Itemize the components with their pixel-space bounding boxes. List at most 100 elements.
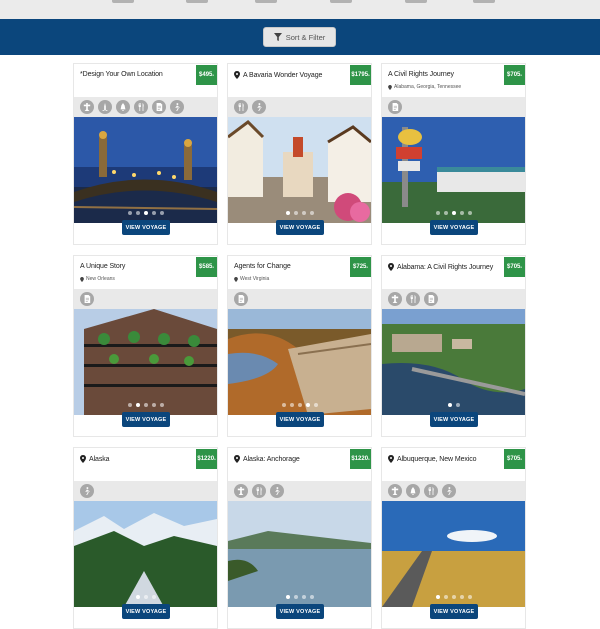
carousel-dot[interactable]	[143, 403, 148, 407]
nav-item[interactable]	[405, 0, 427, 3]
document-icon[interactable]	[388, 100, 402, 114]
carousel-dot[interactable]	[451, 595, 456, 599]
card-title[interactable]: Albuquerque, New Mexico	[388, 455, 477, 463]
carousel-dot[interactable]	[159, 211, 164, 215]
carousel-dot[interactable]	[293, 211, 298, 215]
view-voyage-button[interactable]: VIEW VOYAGE	[276, 604, 324, 619]
carousel-dot[interactable]	[435, 211, 440, 215]
view-voyage-button[interactable]: VIEW VOYAGE	[430, 412, 478, 427]
nav-item[interactable]	[255, 0, 277, 3]
voyage-card[interactable]: Alabama: A Civil Rights Journey $705 * VIE…	[381, 255, 526, 437]
voyage-photo[interactable]	[74, 501, 217, 607]
carousel-dot[interactable]	[151, 211, 156, 215]
carousel-dot[interactable]	[151, 595, 156, 599]
walking-icon[interactable]	[270, 484, 284, 498]
carousel-dot[interactable]	[447, 403, 452, 407]
carousel-dot[interactable]	[305, 403, 310, 407]
monument-icon[interactable]	[388, 484, 402, 498]
view-voyage-button[interactable]: VIEW VOYAGE	[276, 220, 324, 235]
carousel-dot[interactable]	[127, 211, 132, 215]
card-title[interactable]: *Design Your Own Location	[80, 71, 163, 78]
carousel-dot[interactable]	[297, 403, 302, 407]
carousel-dot[interactable]	[293, 595, 298, 599]
card-title[interactable]: Alabama: A Civil Rights Journey	[388, 263, 493, 271]
card-title[interactable]: Agents for Change	[234, 263, 291, 270]
walking-icon[interactable]	[80, 484, 94, 498]
voyage-photo[interactable]	[74, 117, 217, 223]
carousel-dot[interactable]	[135, 595, 140, 599]
carousel-dot[interactable]	[309, 595, 314, 599]
carousel-dot[interactable]	[459, 595, 464, 599]
dining-icon[interactable]	[424, 484, 438, 498]
view-voyage-button[interactable]: VIEW VOYAGE	[122, 412, 170, 427]
carousel-dot[interactable]	[459, 211, 464, 215]
nav-item[interactable]	[186, 0, 208, 3]
voyage-photo[interactable]	[228, 309, 371, 415]
card-title[interactable]: Alaska: Anchorage	[234, 455, 300, 463]
carousel-dot[interactable]	[285, 595, 290, 599]
voyage-photo[interactable]	[382, 309, 525, 415]
voyage-card[interactable]: Alaska: Anchorage $1220 * VIEW VOYAGE	[227, 447, 372, 629]
voyage-photo[interactable]	[228, 501, 371, 607]
carousel-dot[interactable]	[301, 211, 306, 215]
voyage-card[interactable]: A Unique Story New Orleans $585 * VIEW VOYA…	[73, 255, 218, 437]
carousel-dot[interactable]	[127, 403, 132, 407]
bell-icon[interactable]	[116, 100, 130, 114]
document-icon[interactable]	[424, 292, 438, 306]
carousel-dot[interactable]	[135, 403, 140, 407]
carousel-dot[interactable]	[309, 211, 314, 215]
sort-filter-button[interactable]: Sort & Filter	[263, 27, 336, 47]
nav-item[interactable]	[473, 0, 495, 3]
monument-icon[interactable]	[80, 100, 94, 114]
voyage-photo[interactable]	[382, 501, 525, 607]
voyage-card[interactable]: A Bavaria Wonder Voyage $1795 * VIEW VOYAG…	[227, 63, 372, 245]
card-title[interactable]: A Bavaria Wonder Voyage	[234, 71, 322, 79]
carousel-dot[interactable]	[143, 595, 148, 599]
nav-item[interactable]	[112, 0, 134, 3]
voyage-photo[interactable]	[228, 117, 371, 223]
nav-item[interactable]	[330, 0, 352, 3]
dining-icon[interactable]	[234, 100, 248, 114]
monument-icon[interactable]	[234, 484, 248, 498]
document-icon[interactable]	[152, 100, 166, 114]
monument-icon[interactable]	[388, 292, 402, 306]
voyage-card[interactable]: Agents for Change West Virginia $725 * VIEW…	[227, 255, 372, 437]
walking-icon[interactable]	[442, 484, 456, 498]
carousel-dot[interactable]	[143, 211, 148, 215]
carousel-dot[interactable]	[281, 403, 286, 407]
carousel-dot[interactable]	[159, 403, 164, 407]
dining-icon[interactable]	[252, 484, 266, 498]
carousel-dot[interactable]	[301, 595, 306, 599]
voyage-card[interactable]: Alaska $1220 * VIEW VOYAGE	[73, 447, 218, 629]
voyage-photo[interactable]	[74, 309, 217, 415]
carousel-dot[interactable]	[135, 211, 140, 215]
card-title[interactable]: Alaska	[80, 455, 110, 463]
walking-icon[interactable]	[170, 100, 184, 114]
bell-icon[interactable]	[406, 484, 420, 498]
carousel-dot[interactable]	[285, 211, 290, 215]
carousel-dot[interactable]	[467, 595, 472, 599]
carousel-dot[interactable]	[443, 211, 448, 215]
dining-icon[interactable]	[406, 292, 420, 306]
document-icon[interactable]	[80, 292, 94, 306]
carousel-dot[interactable]	[313, 403, 318, 407]
card-title[interactable]: A Unique Story	[80, 263, 125, 270]
carousel-dot[interactable]	[455, 403, 460, 407]
carousel-dot[interactable]	[435, 595, 440, 599]
voyage-card[interactable]: Albuquerque, New Mexico $705 * VIEW VOYAGE	[381, 447, 526, 629]
voyage-photo[interactable]	[382, 117, 525, 223]
document-icon[interactable]	[234, 292, 248, 306]
carousel-dot[interactable]	[467, 211, 472, 215]
voyage-card[interactable]: A Civil Rights Journey Alabama, Georgia, …	[381, 63, 526, 245]
view-voyage-button[interactable]: VIEW VOYAGE	[122, 220, 170, 235]
carousel-dot[interactable]	[451, 211, 456, 215]
carousel-dot[interactable]	[151, 403, 156, 407]
voyage-card[interactable]: *Design Your Own Location $495 * VIEW VOYA…	[73, 63, 218, 245]
carousel-dot[interactable]	[289, 403, 294, 407]
carousel-dot[interactable]	[443, 595, 448, 599]
card-title[interactable]: A Civil Rights Journey	[388, 71, 454, 78]
view-voyage-button[interactable]: VIEW VOYAGE	[430, 604, 478, 619]
view-voyage-button[interactable]: VIEW VOYAGE	[430, 220, 478, 235]
view-voyage-button[interactable]: VIEW VOYAGE	[276, 412, 324, 427]
landmark-icon[interactable]	[98, 100, 112, 114]
